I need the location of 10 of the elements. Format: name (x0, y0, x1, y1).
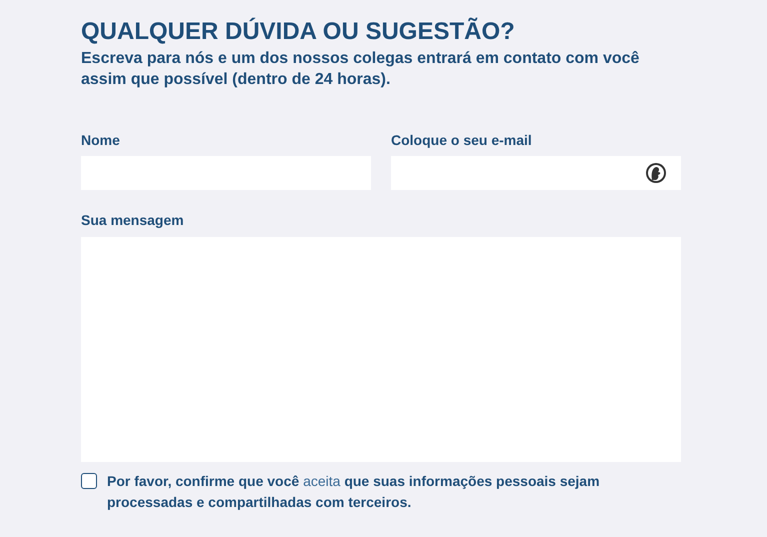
consent-text: Por favor, confirme que você aceita que suas informações pessoais sejam processadas e compartilhadas com terceiros. (107, 472, 601, 512)
accept-link[interactable]: aceita (303, 473, 340, 489)
field-label: Nome (81, 131, 121, 149)
form-heading: QUALQUER DÚVIDA OU SUGESTÃO? (81, 17, 516, 47)
email-field[interactable] (391, 156, 681, 190)
consent-checkbox[interactable] (81, 473, 97, 489)
field-label: Sua mensagem (81, 211, 185, 229)
duck-icon (645, 162, 667, 184)
field-label: Coloque o seu e-mail (391, 131, 533, 149)
form-subheading: Escreva para nós e um dos nossos colegas entrará em contato com você assim que possível (dentro de 24 horas). (81, 49, 640, 90)
